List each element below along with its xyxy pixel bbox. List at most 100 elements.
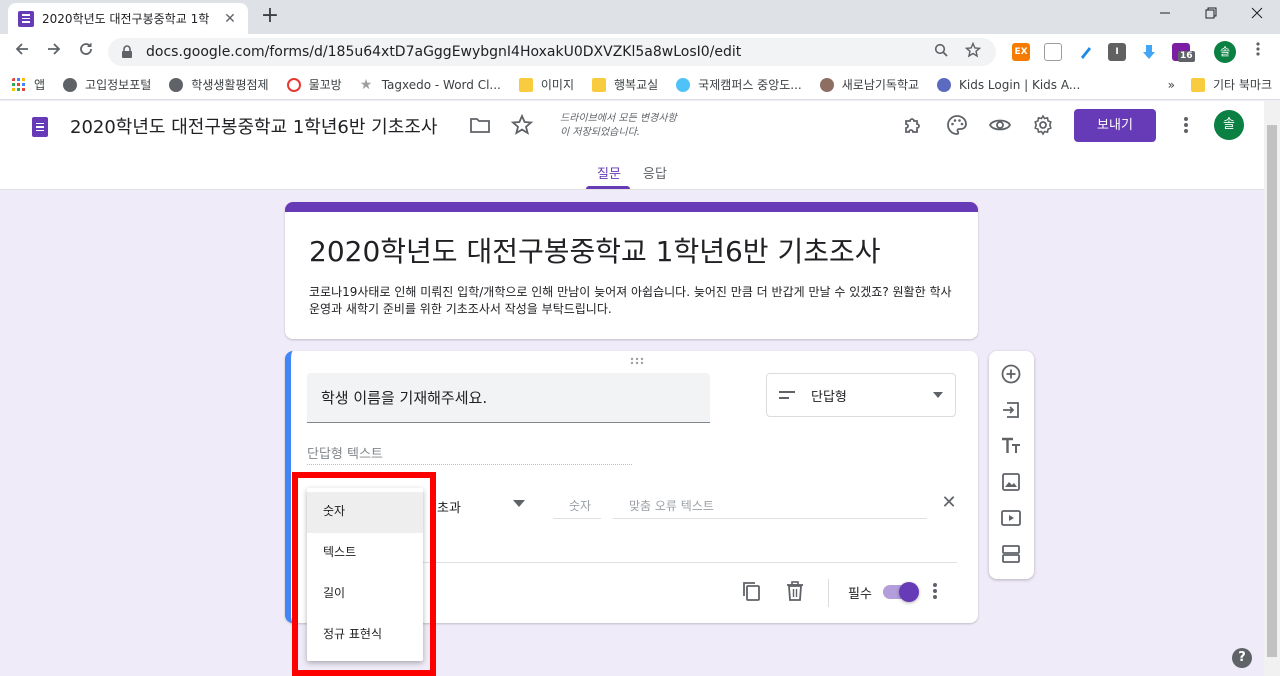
scrollbar-thumb[interactable] bbox=[1267, 125, 1277, 657]
save-status-line: 드라이브에서 모든 변경사항 bbox=[560, 113, 677, 124]
forms-logo-icon[interactable] bbox=[32, 117, 48, 137]
cloud-icon bbox=[676, 77, 691, 92]
required-toggle[interactable] bbox=[883, 582, 919, 602]
annotation-highlight-box bbox=[292, 472, 436, 676]
more-options-icon[interactable] bbox=[929, 579, 941, 603]
extension-ex-icon[interactable]: EX bbox=[1012, 43, 1030, 61]
bookmarks-overflow-button[interactable]: » bbox=[1168, 78, 1175, 92]
add-image-icon[interactable] bbox=[1000, 471, 1022, 493]
chrome-menu-icon[interactable] bbox=[1244, 38, 1272, 66]
form-description[interactable]: 코로나19사태로 인해 미뤄진 입학/개학으로 인해 만남이 늦어져 아쉽습니다… bbox=[309, 284, 954, 318]
validation-condition-select[interactable]: 초과 bbox=[437, 497, 461, 516]
bookmark-label: 물꼬방 bbox=[308, 78, 342, 92]
folder-move-icon[interactable] bbox=[468, 113, 492, 137]
window-close-icon[interactable] bbox=[1234, 0, 1280, 30]
form-title-card[interactable]: 2020학년도 대전구봉중학교 1학년6반 기초조사 코로나19사태로 인해 미… bbox=[285, 202, 978, 339]
extension-i-icon[interactable]: I bbox=[1108, 43, 1126, 61]
add-ons-puzzle-icon[interactable] bbox=[901, 113, 925, 137]
import-questions-icon[interactable] bbox=[1000, 399, 1022, 421]
add-question-icon[interactable] bbox=[1000, 363, 1022, 385]
extension-screen-icon[interactable] bbox=[1044, 43, 1062, 61]
globe-icon bbox=[169, 77, 184, 92]
back-arrow-icon[interactable] bbox=[8, 38, 36, 66]
settings-gear-icon[interactable] bbox=[1031, 113, 1055, 137]
url-text: docs.google.com/forms/d/185u64xtD7aGggEw… bbox=[146, 44, 742, 60]
bookmark-item[interactable]: Kids Login | Kids A... bbox=[937, 77, 1081, 92]
short-answer-icon bbox=[779, 391, 795, 399]
bookmark-item[interactable]: ★ Tagxedo - Word Cl... bbox=[360, 78, 501, 92]
folder-icon bbox=[1190, 77, 1205, 92]
bookmark-item[interactable]: 이미지 bbox=[518, 76, 574, 93]
browser-tab[interactable]: 2020학년도 대전구봉중학교 1학 ✕ bbox=[8, 3, 248, 34]
question-type-label: 단답형 bbox=[811, 389, 847, 405]
add-title-text-icon[interactable] bbox=[1000, 435, 1022, 457]
bookmark-star-icon[interactable] bbox=[962, 41, 984, 62]
zoom-search-icon[interactable] bbox=[930, 43, 952, 61]
question-title-input[interactable]: 학생 이름을 기재해주세요. bbox=[307, 373, 710, 423]
bookmark-label: 국제캠퍼스 중앙도... bbox=[698, 78, 802, 92]
bookmarks-bar: 앱 고입정보포털 학생생활평점제 물꼬방 ★ Tagxedo - Word Cl.… bbox=[0, 70, 1280, 100]
profile-avatar[interactable]: 솔 bbox=[1214, 41, 1236, 63]
tab-close-button[interactable]: ✕ bbox=[222, 11, 238, 27]
bookmark-item[interactable]: 새로남기독학교 bbox=[819, 76, 920, 93]
forward-arrow-icon[interactable] bbox=[40, 38, 68, 66]
dropdown-arrow-icon bbox=[933, 392, 943, 398]
validation-number-input[interactable]: 숫자 bbox=[553, 495, 601, 519]
bookmark-label: 학생생활평점제 bbox=[191, 78, 269, 92]
bookmark-label: 행복교실 bbox=[614, 78, 659, 92]
star-icon[interactable] bbox=[510, 113, 534, 137]
duplicate-icon[interactable] bbox=[739, 579, 763, 603]
school-logo-icon bbox=[819, 77, 834, 92]
extension-pen-icon[interactable] bbox=[1076, 43, 1094, 61]
delete-trash-icon[interactable] bbox=[783, 579, 807, 603]
reload-icon[interactable] bbox=[72, 38, 100, 66]
help-icon[interactable]: ? bbox=[1232, 648, 1252, 668]
document-title[interactable]: 2020학년도 대전구봉중학교 1학년6반 기초조사 bbox=[70, 113, 437, 139]
minimize-icon[interactable] bbox=[1142, 0, 1188, 30]
download-arrow-icon[interactable] bbox=[1140, 43, 1158, 61]
browser-toolbar: docs.google.com/forms/d/185u64xtD7aGggEw… bbox=[0, 34, 1280, 70]
preview-eye-icon[interactable] bbox=[988, 113, 1012, 137]
form-title[interactable]: 2020학년도 대전구봉중학교 1학년6반 기초조사 bbox=[309, 234, 954, 270]
bookmark-item[interactable]: 고입정보포털 bbox=[63, 76, 151, 93]
toggle-knob[interactable] bbox=[899, 582, 919, 602]
lock-icon bbox=[122, 45, 132, 58]
tab-strip: 2020학년도 대전구봉중학교 1학 ✕ + bbox=[0, 0, 1280, 34]
folder-icon bbox=[518, 77, 533, 92]
send-button[interactable]: 보내기 bbox=[1074, 109, 1156, 142]
add-section-icon[interactable] bbox=[1000, 543, 1022, 565]
required-label: 필수 bbox=[848, 587, 872, 602]
bookmark-label: Kids Login | Kids A... bbox=[959, 77, 1081, 92]
custom-error-input[interactable]: 맞춤 오류 텍스트 bbox=[613, 495, 927, 519]
bookmark-item[interactable]: 물꼬방 bbox=[286, 76, 342, 93]
bookmark-label: 기타 북마크 bbox=[1212, 78, 1272, 92]
extension-badge: 16 bbox=[1178, 51, 1195, 62]
remove-validation-close-icon[interactable]: ✕ bbox=[937, 491, 961, 515]
bookmark-label: 새로남기독학교 bbox=[841, 78, 920, 92]
palette-icon[interactable] bbox=[945, 113, 969, 137]
more-vert-icon[interactable] bbox=[1174, 113, 1198, 137]
tab-questions[interactable]: 질문 bbox=[597, 163, 621, 182]
short-answer-placeholder: 단답형 텍스트 bbox=[307, 443, 632, 465]
restore-icon[interactable] bbox=[1188, 0, 1234, 30]
active-tab-indicator bbox=[586, 186, 630, 189]
other-bookmarks[interactable]: 기타 북마크 bbox=[1190, 76, 1272, 93]
new-tab-button[interactable]: + bbox=[258, 4, 282, 28]
bookmark-item[interactable]: 국제캠퍼스 중앙도... bbox=[676, 76, 802, 93]
apps-grid-icon bbox=[12, 77, 25, 91]
bookmark-item[interactable]: 행복교실 bbox=[592, 76, 658, 93]
question-type-select[interactable]: 단답형 bbox=[766, 373, 956, 417]
add-video-icon[interactable] bbox=[1000, 507, 1022, 529]
account-avatar[interactable]: 솔 bbox=[1214, 110, 1244, 140]
bookmark-apps[interactable]: 앱 bbox=[12, 76, 45, 93]
address-bar[interactable]: docs.google.com/forms/d/185u64xtD7aGggEw… bbox=[108, 38, 996, 66]
forms-header: 2020학년도 대전구봉중학교 1학년6반 기초조사 드라이브에서 모든 변경사… bbox=[0, 101, 1264, 190]
folder-icon bbox=[592, 77, 606, 92]
dropdown-arrow-icon[interactable] bbox=[513, 497, 525, 510]
vertical-divider bbox=[828, 579, 829, 607]
drag-handle-icon[interactable] bbox=[629, 357, 645, 365]
extension-m-icon[interactable]: 16 bbox=[1172, 43, 1195, 62]
bookmark-item[interactable]: 학생생활평점제 bbox=[169, 76, 269, 93]
globe-icon bbox=[63, 77, 78, 92]
tab-responses[interactable]: 응답 bbox=[643, 163, 667, 182]
